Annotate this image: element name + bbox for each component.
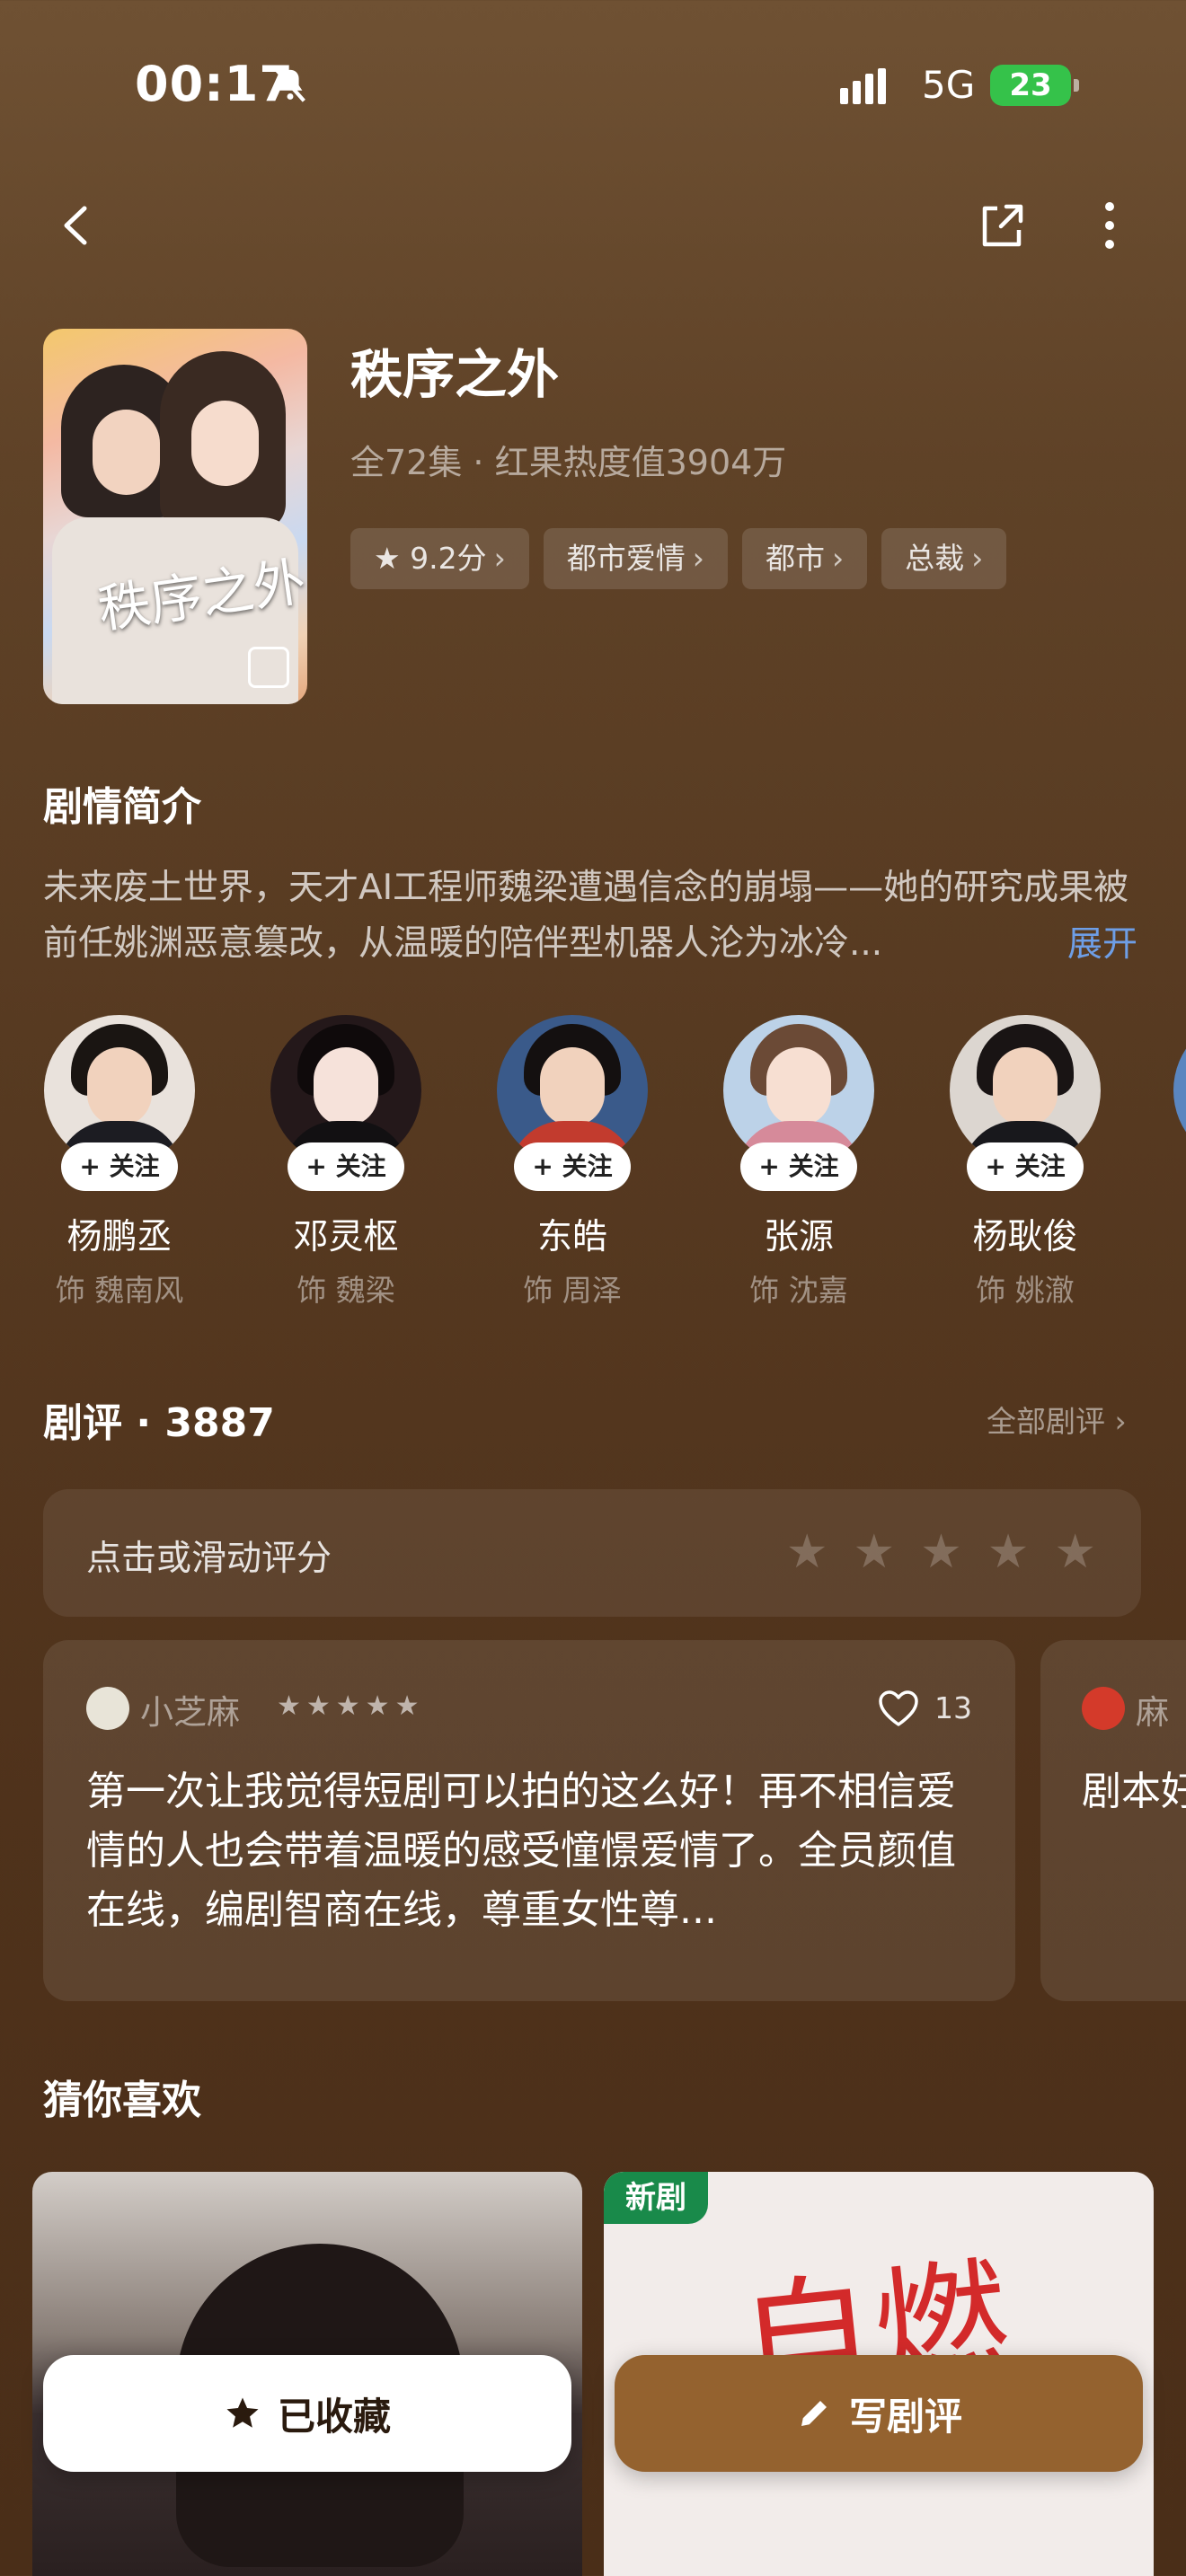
synopsis-text: 未来废土世界，天才AI工程师魏梁遭遇信念的崩塌——她的研究成果被前任姚渊恶意篡改… <box>43 868 1129 964</box>
follow-button[interactable]: + 关注 <box>967 1142 1084 1191</box>
drama-subtitle: 全72集 · 红果热度值3904万 <box>350 443 787 482</box>
synopsis-heading: 剧情简介 <box>43 784 201 830</box>
cast-member[interactable]: + 关注 杨鹏丞 饰 魏南风 <box>43 1015 196 1310</box>
drama-title: 秩序之外 <box>350 344 560 405</box>
network-type: 5G <box>922 63 976 107</box>
more-options-icon[interactable] <box>1078 194 1141 257</box>
cast-name: 邓灵枢 <box>293 1217 399 1257</box>
battery-indicator: 23 <box>990 65 1079 106</box>
review-stars: ★★★★★ <box>277 1690 425 1722</box>
star-icon[interactable]: ★ <box>987 1525 1030 1579</box>
tag-genre[interactable]: 都市爱情 › <box>543 528 728 589</box>
heart-icon[interactable] <box>877 1689 920 1728</box>
bell-muted-icon <box>275 68 305 102</box>
cast-member[interactable]: + 关注 杨耿俊 饰 姚澈 <box>949 1015 1102 1310</box>
tag-rating[interactable]: ★ 9.2分 › <box>350 528 529 589</box>
collect-button[interactable]: 已收藏 <box>43 2355 571 2472</box>
signal-icon <box>840 68 890 104</box>
star-icon[interactable]: ★ <box>786 1525 828 1579</box>
reviewer-name[interactable]: 小芝麻 <box>140 1685 240 1734</box>
review-card[interactable]: 小芝麻 ★★★★★ 13 第一次让我觉得短剧可以拍的这么好！再不相信爱情的人也会… <box>43 1640 1015 2001</box>
back-arrow-icon[interactable] <box>45 194 108 257</box>
reviews-heading: 剧评 · 3887 <box>43 1400 275 1446</box>
cast-member[interactable]: + 关注 邓灵枢 饰 魏梁 <box>270 1015 422 1310</box>
cast-role: 饰 姚澈 <box>976 1273 1075 1308</box>
star-icon[interactable]: ★ <box>854 1525 896 1579</box>
write-review-button[interactable]: 写剧评 <box>615 2355 1143 2472</box>
drama-poster[interactable]: 秩序之外 <box>43 329 307 704</box>
star-icon: ★ <box>374 541 411 576</box>
recommend-heading: 猜你喜欢 <box>43 2078 201 2123</box>
cast-role: 饰 魏梁 <box>296 1273 395 1308</box>
review-card-partial[interactable]: 麻 剧本好 <box>1040 1640 1186 2001</box>
chevron-right-icon: › <box>692 541 704 576</box>
star-icon[interactable]: ★ <box>920 1525 962 1579</box>
cast-name: 杨耿俊 <box>972 1217 1078 1257</box>
cast-member[interactable]: + 关注 张源 饰 沈嘉 <box>722 1015 875 1310</box>
follow-button[interactable]: + 关注 <box>61 1142 178 1191</box>
reviewer-avatar[interactable] <box>86 1687 129 1730</box>
tag-city[interactable]: 都市 › <box>741 528 868 589</box>
poster-badge-icon <box>248 647 289 688</box>
tag-list: ★ 9.2分 › 都市爱情 › 都市 › 总裁 › <box>350 528 1007 589</box>
reviewer-name[interactable]: 麻 <box>1136 1685 1169 1734</box>
follow-button[interactable]: + 关注 <box>740 1142 857 1191</box>
chevron-right-icon: › <box>831 541 845 576</box>
cast-member[interactable]: + 关注 东皓 饰 周泽 <box>496 1015 649 1310</box>
chevron-right-icon: › <box>971 541 984 576</box>
all-reviews-link[interactable]: 全部剧评 › <box>987 1398 1127 1441</box>
new-badge: 新剧 <box>604 2172 708 2224</box>
like-count: 13 <box>934 1690 972 1725</box>
cast-name: 张源 <box>763 1217 834 1257</box>
rating-box[interactable]: 点击或滑动评分 ★ ★ ★ ★ ★ <box>43 1489 1141 1617</box>
reviewer-avatar[interactable] <box>1082 1687 1125 1730</box>
star-icon[interactable]: ★ <box>1054 1525 1096 1579</box>
star-filled-icon <box>226 2397 259 2428</box>
tag-ceo[interactable]: 总裁 › <box>881 528 1007 589</box>
cast-role: 饰 魏南风 <box>55 1273 184 1308</box>
rating-prompt: 点击或滑动评分 <box>86 1539 332 1579</box>
rating-stars[interactable]: ★ ★ ★ ★ ★ <box>786 1525 1096 1579</box>
share-icon[interactable] <box>970 194 1033 257</box>
cast-member-partial[interactable] <box>1173 1015 1186 1166</box>
pencil-icon <box>801 2401 827 2426</box>
review-text: 第一次让我觉得短剧可以拍的这么好！再不相信爱情的人也会带着温暖的感受憧憬爱情了。… <box>86 1769 956 1933</box>
expand-link[interactable]: 展开 <box>1067 916 1137 966</box>
cast-name: 东皓 <box>536 1217 607 1257</box>
cast-role: 饰 沈嘉 <box>749 1273 848 1308</box>
chevron-right-icon: › <box>493 541 506 576</box>
review-text: 剧本好 <box>1082 1769 1186 1814</box>
follow-button[interactable]: + 关注 <box>514 1142 631 1191</box>
cast-name: 杨鹏丞 <box>66 1217 173 1257</box>
follow-button[interactable]: + 关注 <box>288 1142 404 1191</box>
cast-role: 饰 周泽 <box>523 1273 622 1308</box>
